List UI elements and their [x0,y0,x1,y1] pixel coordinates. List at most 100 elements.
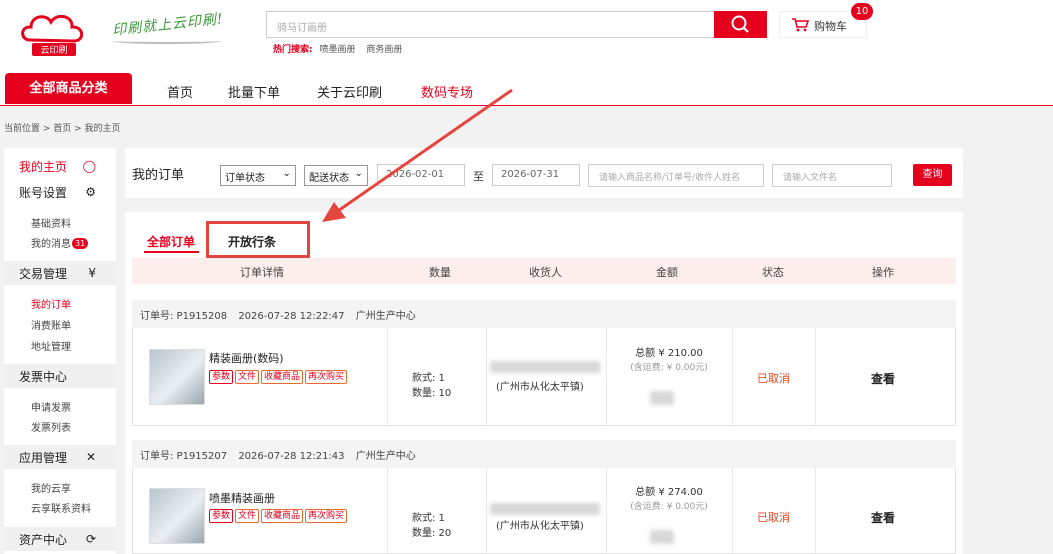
sidebar-basic-info[interactable]: 基础资料 [31,215,71,230]
tab-all-orders[interactable]: 全部订单 [147,233,195,250]
nav-digital[interactable]: 数码专场 [421,82,473,101]
redacted-recipient [490,361,600,373]
styles-count: 款式: 1 [412,373,445,384]
sidebar-apply-invoice[interactable]: 申请发票 [31,399,71,414]
sidebar-item-label: 应用管理 [19,451,68,465]
divider [387,468,388,554]
delivery-status-value: 配送状态 [309,173,349,184]
messages-badge: 31 [72,238,89,249]
sidebar-my-cloud-share[interactable]: 我的云享 [31,480,71,495]
sidebar-consumption-bill[interactable]: 消费账单 [31,317,71,332]
divider [387,328,388,426]
rebuy-tag[interactable]: 再次购买 [305,509,348,523]
cart-count-badge: 10 [851,3,873,20]
nav-home[interactable]: 首页 [167,82,193,101]
filename-search-input[interactable]: 请输入文件名 [772,164,892,187]
search-button[interactable] [714,11,767,38]
divider [732,328,733,426]
sidebar-asset-center[interactable]: 资产中心 ⟳ [4,527,116,551]
production-center: 广州生产中心 [355,451,416,462]
order-status-select[interactable]: 订单状态 ⌄ [220,165,296,186]
all-categories-button[interactable]: 全部商品分类 [5,73,132,104]
file-tag[interactable]: 文件 [235,509,260,523]
file-tag[interactable]: 文件 [235,370,260,384]
quantity-count: 数量: 20 [412,528,452,539]
annotation-highlight-box [206,221,310,258]
loading-icon: ⟳ [85,532,96,546]
divider [606,468,607,554]
sidebar-trade-management[interactable]: 交易管理 ¥ [4,261,116,285]
product-thumbnail[interactable] [149,488,205,544]
shipping-fee: (含运费: ¥ 0.00元) [630,363,708,373]
search-input[interactable]: 骑马订画册 [266,11,716,38]
sidebar-account-settings[interactable]: 账号设置 ⚙ [4,180,116,204]
delivery-status-select[interactable]: 配送状态 ⌄ [304,165,368,186]
favorite-tag[interactable]: 收藏商品 [261,509,304,523]
divider [486,328,487,426]
user-icon: ◯ [82,159,96,173]
sidebar-address-management[interactable]: 地址管理 [31,338,71,353]
cart-label: 购物车 [814,20,847,33]
styles-count: 款式: 1 [412,513,445,524]
product-tags: 参数 文件 收藏商品 再次购买 [209,509,349,523]
order-number: 订单号: P1915207 [140,451,228,462]
product-tags: 参数 文件 收藏商品 再次购买 [209,370,349,384]
sidebar-item-label: 我的主页 [19,160,68,174]
sidebar-invoice-list[interactable]: 发票列表 [31,419,71,434]
sidebar-item-label: 交易管理 [19,267,68,281]
redacted-info [650,391,674,405]
order-amount: 总额 ¥ 274.00 (含运费: ¥ 0.00元) [614,485,724,515]
hot-search-link[interactable]: 商务画册 [366,45,402,55]
order-status: 已取消 [757,372,790,385]
divider [606,328,607,426]
rebuy-tag[interactable]: 再次购买 [305,370,348,384]
redacted-info [650,530,674,544]
order-time: 2026-07-28 12:21:43 [238,451,345,462]
quantity-count: 数量: 10 [412,388,452,399]
sidebar-invoice-center[interactable]: 发票中心 [4,364,116,388]
params-tag[interactable]: 参数 [209,370,234,384]
shipping-fee: (含运费: ¥ 0.00元) [630,502,708,512]
order-total: 总额 ¥ 210.00 [635,348,703,359]
breadcrumb: 当前位置 > 首页 > 我的主页 [4,124,121,134]
product-thumbnail[interactable] [149,349,205,405]
product-name[interactable]: 精装画册(数码) [209,350,284,366]
main-nav [0,75,1053,106]
order-time: 2026-07-28 12:22:47 [238,311,345,322]
cloud-logo-icon[interactable]: 云印刷 [18,10,88,58]
date-from-input[interactable]: 2026-02-01 [377,164,465,186]
query-button[interactable]: 查询 [913,164,952,186]
recipient-address: (广州市从化太平镇) [496,521,584,532]
nav-about[interactable]: 关于云印刷 [317,82,382,101]
sidebar-item-label: 资产中心 [19,533,68,547]
view-order-button[interactable]: 查看 [871,370,895,387]
sidebar-app-management[interactable]: 应用管理 ✕ [4,445,116,469]
sidebar-my-home[interactable]: 我的主页 ◯ [4,154,116,178]
order-row-header: 订单号: P1915208 2026-07-28 12:22:47 广州生产中心 [132,300,956,328]
divider [486,468,487,554]
order-status: 已取消 [757,511,790,524]
column-header: 操作 [872,266,894,279]
chevron-down-icon: ⌄ [282,168,291,179]
column-header: 订单详情 [240,266,284,279]
sidebar-my-messages[interactable]: 我的消息 31 [31,235,89,250]
redacted-recipient [490,503,600,515]
hot-search-link[interactable]: 喷墨画册 [319,45,355,55]
divider [815,468,816,554]
params-tag[interactable]: 参数 [209,509,234,523]
sidebar-cloud-contacts[interactable]: 云享联系资料 [31,500,91,515]
page-title: 我的订单 [132,168,185,183]
production-center: 广州生产中心 [355,311,416,322]
yen-icon: ¥ [88,266,96,280]
divider [732,468,733,554]
sidebar-my-orders[interactable]: 我的订单 [31,296,71,311]
keyword-search-input[interactable]: 请输入商品名称/订单号/收件人姓名 [588,164,764,187]
favorite-tag[interactable]: 收藏商品 [261,370,304,384]
order-total: 总额 ¥ 274.00 [635,487,703,498]
date-to-input[interactable]: 2026-07-31 [492,164,580,186]
product-name[interactable]: 喷墨精装画册 [209,490,275,506]
order-status-value: 订单状态 [225,173,265,184]
date-range-separator: 至 [473,170,484,183]
nav-bulk-order[interactable]: 批量下单 [228,82,280,101]
view-order-button[interactable]: 查看 [871,509,895,526]
